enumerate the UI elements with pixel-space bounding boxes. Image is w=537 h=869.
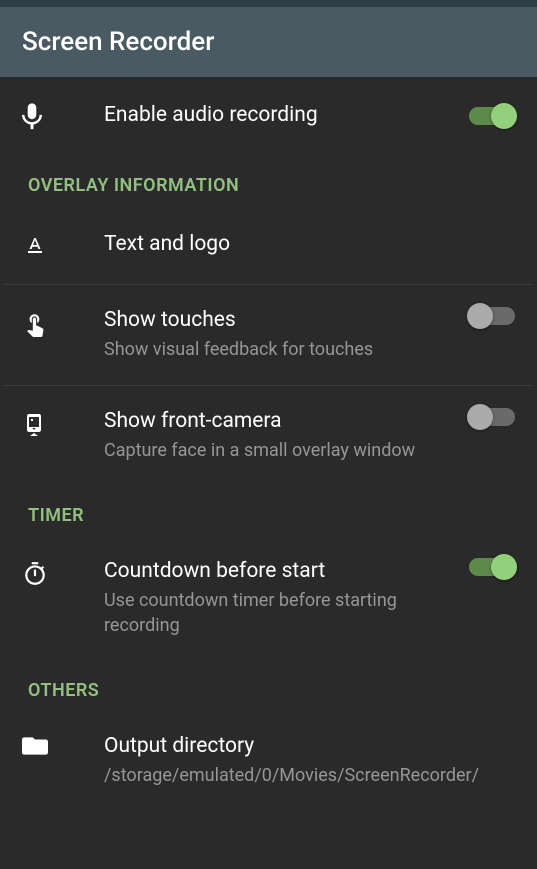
- setting-enable-audio[interactable]: Enable audio recording: [0, 77, 537, 155]
- setting-label: Enable audio recording: [104, 102, 449, 129]
- section-header-timer: TIMER: [0, 485, 537, 536]
- front-camera-icon: [22, 408, 66, 440]
- text-format-icon: [22, 232, 66, 258]
- setting-description: Show visual feedback for touches: [104, 338, 449, 362]
- toggle-countdown[interactable]: [469, 558, 515, 576]
- setting-front-camera[interactable]: Show front-camera Capture face in a smal…: [0, 386, 537, 486]
- toggle-front-camera[interactable]: [469, 408, 515, 426]
- microphone-icon: [22, 101, 66, 131]
- section-header-overlay: OVERLAY INFORMATION: [0, 155, 537, 206]
- section-header-others: OTHERS: [0, 660, 537, 711]
- setting-label: Text and logo: [104, 231, 505, 258]
- setting-label: Output directory: [104, 733, 505, 760]
- settings-list: Enable audio recording OVERLAY INFORMATI…: [0, 77, 537, 811]
- setting-label: Countdown before start: [104, 558, 449, 585]
- setting-description: /storage/emulated/0/Movies/ScreenRecorde…: [104, 764, 505, 788]
- setting-description: Use countdown timer before starting reco…: [104, 589, 449, 638]
- setting-label: Show front-camera: [104, 408, 449, 435]
- toggle-show-touches[interactable]: [469, 307, 515, 325]
- app-title: Screen Recorder: [22, 27, 515, 57]
- setting-text-logo[interactable]: Text and logo: [0, 206, 537, 284]
- setting-output-directory[interactable]: Output directory /storage/emulated/0/Mov…: [0, 711, 537, 811]
- app-header: Screen Recorder: [0, 7, 537, 77]
- toggle-enable-audio[interactable]: [469, 107, 515, 125]
- folder-icon: [22, 733, 66, 757]
- timer-icon: [22, 558, 66, 588]
- setting-description: Capture face in a small overlay window: [104, 439, 449, 463]
- setting-label: Show touches: [104, 307, 449, 334]
- setting-show-touches[interactable]: Show touches Show visual feedback for to…: [0, 285, 537, 385]
- status-bar: [0, 0, 537, 7]
- setting-countdown[interactable]: Countdown before start Use countdown tim…: [0, 536, 537, 660]
- touch-icon: [22, 307, 66, 339]
